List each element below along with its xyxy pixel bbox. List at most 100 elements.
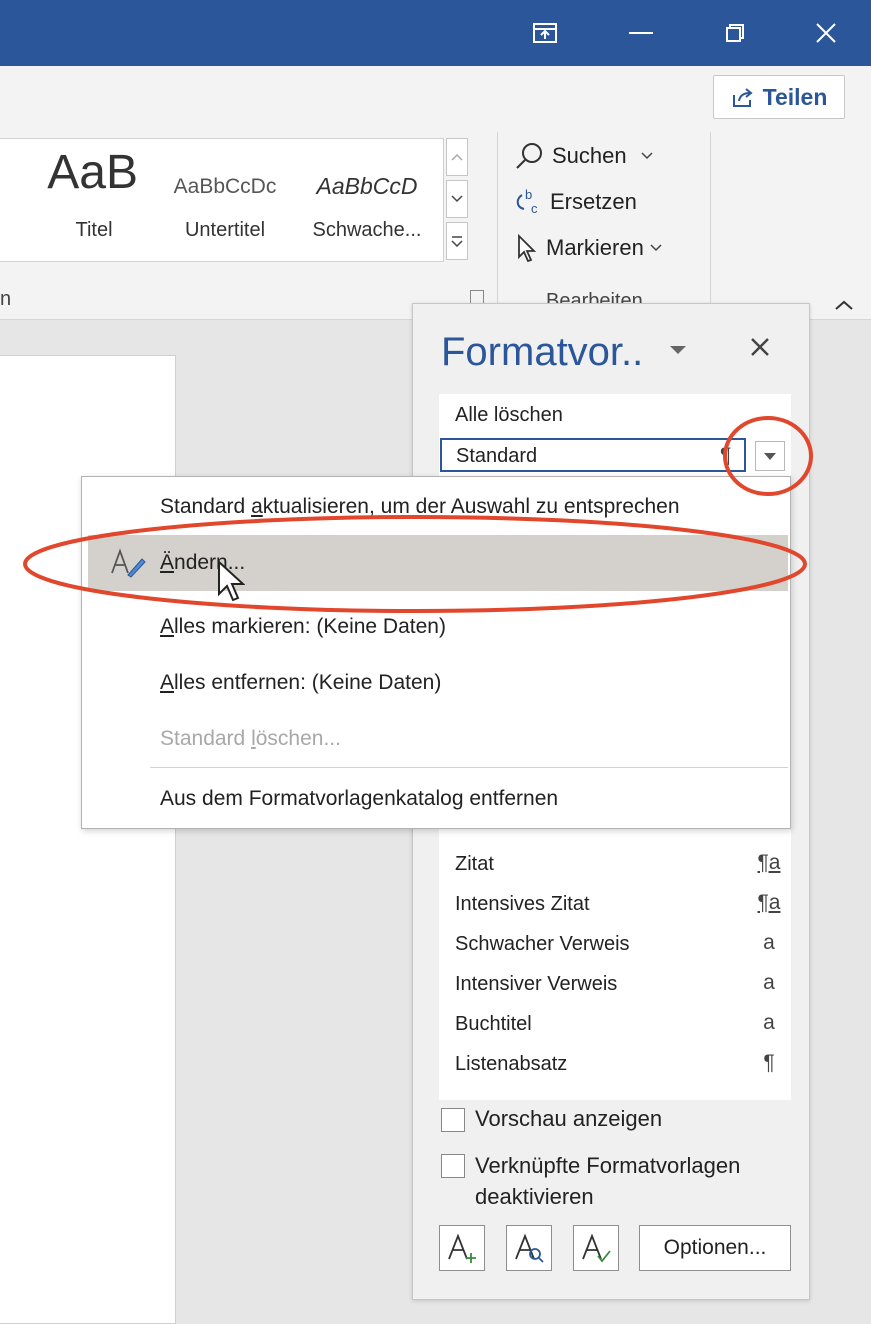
style-context-menu: Standard aktualisieren, um der Auswahl z… xyxy=(81,476,791,829)
checkbox-label: Vorschau anzeigen xyxy=(475,1106,663,1131)
linked-style-icon: ¶a xyxy=(757,891,781,914)
style-label: Untertitel xyxy=(184,219,266,241)
select-button[interactable]: Markieren xyxy=(514,228,662,268)
menu-item-select-all[interactable]: Alles markieren: (Keine Daten) xyxy=(82,599,790,655)
style-dropdown-button[interactable] xyxy=(755,441,785,471)
collapse-ribbon-button[interactable] xyxy=(834,298,854,316)
gallery-more-button[interactable] xyxy=(446,222,468,260)
close-pane-button[interactable] xyxy=(749,336,771,363)
replace-button[interactable]: b c Ersetzen xyxy=(514,182,637,222)
menu-item-label: Standard löschen... xyxy=(160,727,341,750)
select-label: Markieren xyxy=(546,235,644,260)
style-label: Schwache... xyxy=(312,219,422,241)
chevron-down-icon xyxy=(650,244,662,252)
style-subtitle[interactable]: AaBbCcDc Untertitel xyxy=(160,139,290,263)
checkbox-box[interactable] xyxy=(441,1108,465,1132)
close-window-button[interactable] xyxy=(781,0,871,66)
paragraph-style-icon: ¶ xyxy=(763,1051,775,1074)
chevron-down-icon xyxy=(641,152,653,160)
share-label: Teilen xyxy=(762,83,828,110)
modify-style-icon xyxy=(111,548,146,578)
triangle-down-icon xyxy=(764,452,776,460)
ribbon-display-options-button[interactable] xyxy=(500,0,590,66)
replace-icon: b c xyxy=(516,187,538,216)
style-subtle-emphasis[interactable]: AaBbCcD Schwache... xyxy=(296,139,438,263)
gallery-scroll-down[interactable] xyxy=(446,180,468,218)
search-icon xyxy=(516,143,542,169)
replace-label: Ersetzen xyxy=(550,189,637,214)
minimize-button[interactable] xyxy=(596,0,686,66)
show-preview-checkbox[interactable]: Vorschau anzeigen xyxy=(441,1106,662,1132)
style-name: Zitat xyxy=(455,853,494,875)
checkbox-box[interactable] xyxy=(441,1154,465,1178)
style-name: Intensives Zitat xyxy=(455,893,590,915)
style-name: Intensiver Verweis xyxy=(455,973,618,995)
character-style-icon: a xyxy=(763,971,775,994)
share-button[interactable]: Teilen xyxy=(713,75,845,119)
disable-linked-styles-checkbox[interactable]: Verknüpfte Formatvorlagen deaktivieren xyxy=(441,1152,740,1212)
character-style-icon: a xyxy=(763,1011,775,1034)
options-button[interactable]: Optionen... xyxy=(639,1225,791,1271)
style-inspector-button[interactable] xyxy=(506,1225,552,1271)
menu-item-label: Aus dem Formatvorlagenkatalog entfernen xyxy=(160,787,559,810)
chevron-down-icon xyxy=(451,195,463,203)
new-style-icon xyxy=(448,1233,476,1263)
style-title[interactable]: AaB Titel xyxy=(0,139,148,263)
paragraph-style-icon: ¶ xyxy=(720,444,732,467)
menu-item-label: Alles markieren: (Keine Daten) xyxy=(160,615,446,638)
pane-title: Formatvor.. xyxy=(441,330,644,374)
mouse-cursor-icon xyxy=(218,560,245,602)
styles-group-label: n xyxy=(0,288,12,310)
more-icon xyxy=(451,236,463,247)
restore-button[interactable] xyxy=(690,0,780,66)
manage-styles-button[interactable] xyxy=(573,1225,619,1271)
checkbox-label: Verknüpfte Formatvorlagen deaktivieren xyxy=(475,1153,741,1209)
style-list-item[interactable]: Alle löschen xyxy=(455,404,745,427)
ribbon-display-icon xyxy=(533,23,557,43)
style-list-item[interactable]: Intensives Zitat ¶a xyxy=(455,891,780,916)
menu-item-delete-style: Standard löschen... xyxy=(82,711,790,767)
ribbon-separator xyxy=(710,132,711,308)
style-list-item[interactable]: Intensiver Verweis a xyxy=(455,971,775,996)
menu-item-modify[interactable]: Ändern... xyxy=(88,535,788,591)
triangle-down-icon xyxy=(670,346,686,354)
style-list-item-selected[interactable]: Standard ¶ xyxy=(440,438,746,472)
style-list-item[interactable]: Listenabsatz ¶ xyxy=(455,1051,775,1076)
pane-options-button[interactable] xyxy=(669,342,687,360)
style-label: Titel xyxy=(75,219,113,241)
search-button[interactable]: Suchen xyxy=(514,136,653,176)
style-name: Standard xyxy=(456,445,538,467)
new-style-button[interactable] xyxy=(439,1225,485,1271)
menu-item-label: Alles entfernen: (Keine Daten) xyxy=(160,671,442,694)
menu-item-clear-formatting[interactable]: Alles entfernen: (Keine Daten) xyxy=(82,655,790,711)
menu-item-label: Standard aktualisieren, um der Auswahl z… xyxy=(160,495,680,518)
menu-item-remove-from-gallery[interactable]: Aus dem Formatvorlagenkatalog entfernen xyxy=(82,771,790,827)
menu-separator xyxy=(150,767,788,768)
style-inspector-icon xyxy=(515,1233,544,1263)
share-icon xyxy=(732,88,753,107)
style-name: Buchtitel xyxy=(455,1013,532,1035)
gallery-scroll-up[interactable] xyxy=(446,138,468,176)
minimize-icon xyxy=(629,32,653,34)
search-label: Suchen xyxy=(552,143,627,168)
chevron-up-icon xyxy=(451,153,463,161)
close-icon xyxy=(816,23,836,43)
chevron-up-icon xyxy=(835,300,853,310)
style-preview: AaBbCcD xyxy=(316,173,418,199)
svg-text:c: c xyxy=(531,201,538,216)
style-name: Listenabsatz xyxy=(455,1053,568,1075)
title-bar xyxy=(0,0,871,66)
style-list-item[interactable]: Buchtitel a xyxy=(455,1011,775,1036)
style-list-item[interactable]: Zitat ¶a xyxy=(455,851,780,876)
svg-text:b: b xyxy=(525,187,532,202)
styles-dialog-launcher[interactable] xyxy=(470,290,484,304)
linked-style-icon: ¶a xyxy=(757,851,781,874)
style-preview: AaB xyxy=(47,146,138,199)
manage-styles-icon xyxy=(582,1233,611,1263)
styles-gallery: AaB Titel AaBbCcDc Untertitel AaBbCcD Sc… xyxy=(0,138,444,262)
menu-item-update-to-match[interactable]: Standard aktualisieren, um der Auswahl z… xyxy=(82,479,790,535)
style-list-item[interactable]: Schwacher Verweis a xyxy=(455,931,775,956)
restore-icon xyxy=(726,24,744,42)
style-name: Schwacher Verweis xyxy=(455,933,630,955)
close-icon xyxy=(751,338,769,356)
